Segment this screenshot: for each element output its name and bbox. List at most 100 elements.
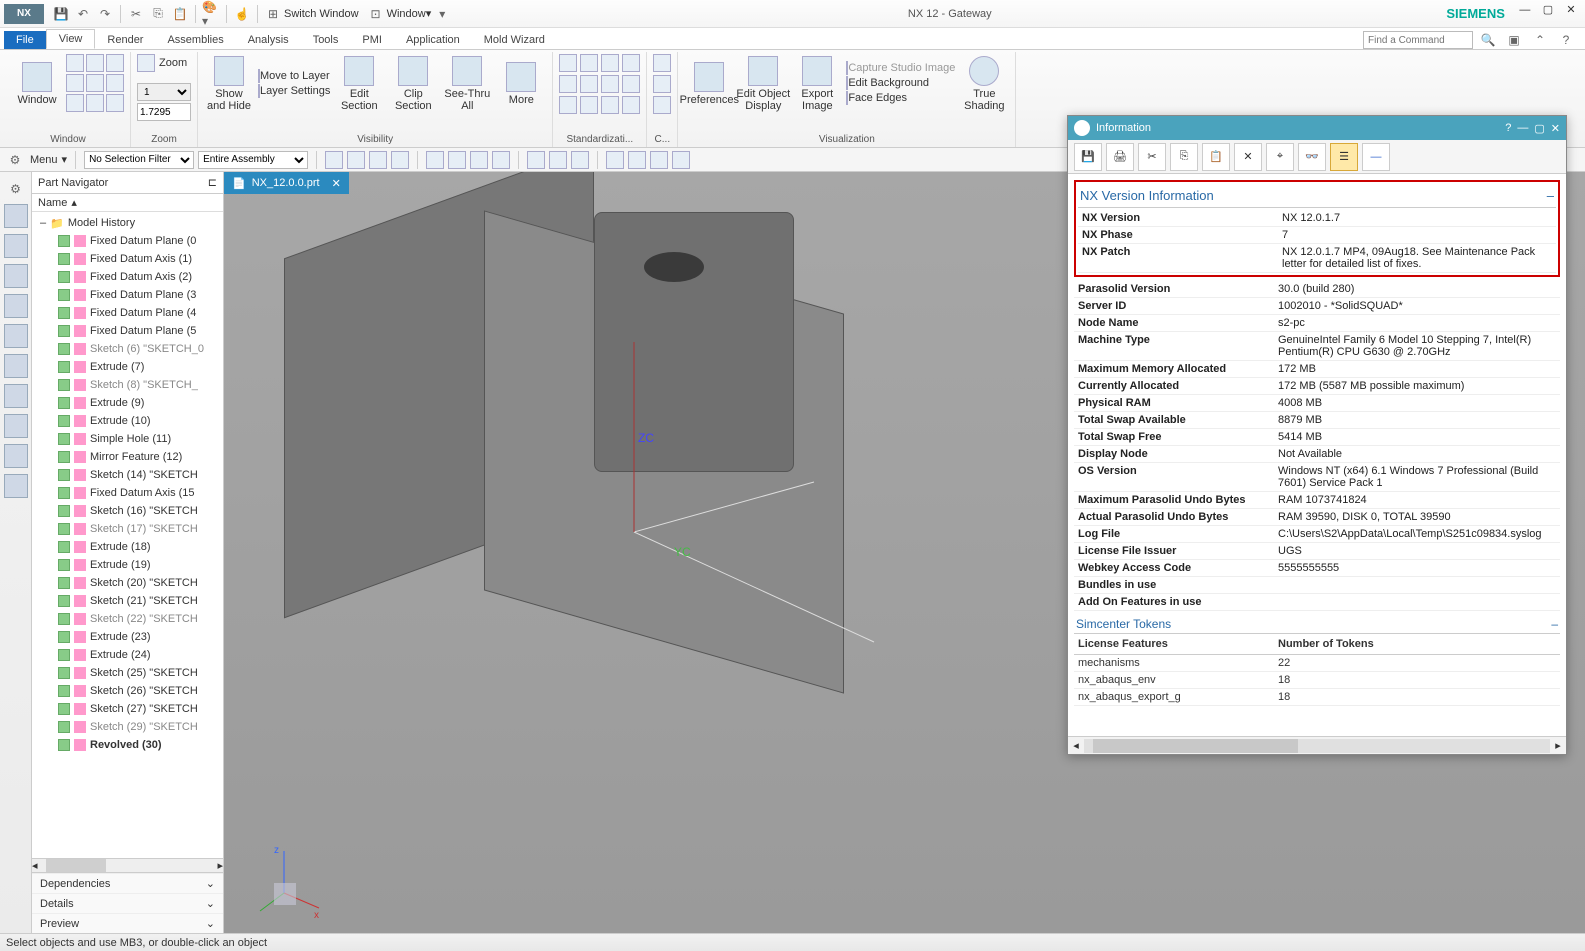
info-section-version[interactable]: NX Version Information– xyxy=(1078,184,1556,208)
tree-item[interactable]: Sketch (20) "SKETCH xyxy=(32,574,223,592)
export-image-button[interactable]: Export Image xyxy=(792,54,842,112)
std-9[interactable] xyxy=(559,96,577,114)
std-12[interactable] xyxy=(622,96,640,114)
rail-item-6[interactable] xyxy=(4,354,28,378)
tree-item[interactable]: Sketch (29) "SKETCH xyxy=(32,718,223,736)
checkbox-icon[interactable] xyxy=(58,271,70,283)
checkbox-icon[interactable] xyxy=(58,487,70,499)
tree-item[interactable]: Fixed Datum Axis (2) xyxy=(32,268,223,286)
assembly-scope-select[interactable]: Entire Assembly xyxy=(198,151,308,169)
info-hscroll[interactable]: ◂▸ xyxy=(1068,736,1566,754)
tree-item[interactable]: Sketch (14) "SKETCH xyxy=(32,466,223,484)
see-thru-button[interactable]: See-Thru All xyxy=(442,54,492,112)
tab-mold-wizard[interactable]: Mold Wizard xyxy=(472,31,557,49)
tree-item[interactable]: Simple Hole (11) xyxy=(32,430,223,448)
checkbox-icon[interactable] xyxy=(58,235,70,247)
info-list-button[interactable]: ☰ xyxy=(1330,143,1358,171)
c-2[interactable] xyxy=(653,75,671,93)
info-titlebar[interactable]: Information ? — ▢ ✕ xyxy=(1068,116,1566,140)
tab-application[interactable]: Application xyxy=(394,31,472,49)
checkbox-icon[interactable] xyxy=(58,379,70,391)
name-column-header[interactable]: Name ▴ xyxy=(32,194,223,212)
rail-item-8[interactable] xyxy=(4,414,28,438)
tree-item[interactable]: Sketch (8) "SKETCH_ xyxy=(32,376,223,394)
tb2-11[interactable] xyxy=(571,151,589,169)
tree-item[interactable]: Fixed Datum Plane (0 xyxy=(32,232,223,250)
menu-button[interactable]: Menu xyxy=(30,154,58,166)
checkbox-icon[interactable] xyxy=(58,685,70,697)
tree-item[interactable]: Sketch (16) "SKETCH xyxy=(32,502,223,520)
tb2-1[interactable] xyxy=(325,151,343,169)
layout-btn-8[interactable] xyxy=(86,94,104,112)
rail-item-3[interactable] xyxy=(4,264,28,288)
tree-item[interactable]: Sketch (21) "SKETCH xyxy=(32,592,223,610)
info-collapse-button[interactable]: — xyxy=(1362,143,1390,171)
tree-item[interactable]: Extrude (10) xyxy=(32,412,223,430)
tree-item[interactable]: Sketch (27) "SKETCH xyxy=(32,700,223,718)
std-11[interactable] xyxy=(601,96,619,114)
checkbox-icon[interactable] xyxy=(58,325,70,337)
window-menu-icon[interactable]: ⊡ xyxy=(367,5,385,23)
c-1[interactable] xyxy=(653,54,671,72)
info-help-icon[interactable]: ? xyxy=(1505,122,1511,135)
tb2-4[interactable] xyxy=(391,151,409,169)
tree-hscroll[interactable]: ◂ ▸ xyxy=(32,858,223,872)
capture-studio-button[interactable]: Capture Studio Image xyxy=(846,62,955,74)
std-8[interactable] xyxy=(622,75,640,93)
checkbox-icon[interactable] xyxy=(58,451,70,463)
tab-assemblies[interactable]: Assemblies xyxy=(155,31,235,49)
footer-dependencies[interactable]: Dependencies⌄ xyxy=(32,873,223,893)
layout-btn-5[interactable] xyxy=(86,74,104,92)
copy-icon[interactable]: ⎘ xyxy=(149,5,167,23)
search-icon[interactable]: 🔍 xyxy=(1479,31,1497,49)
tab-view[interactable]: View xyxy=(46,29,96,49)
zoom-value-input[interactable] xyxy=(137,103,191,121)
info-print-button[interactable]: 🖨 xyxy=(1106,143,1134,171)
std-7[interactable] xyxy=(601,75,619,93)
switch-window-icon[interactable]: ⊞ xyxy=(264,5,282,23)
switch-window-label[interactable]: Switch Window xyxy=(284,8,359,20)
checkbox-icon[interactable] xyxy=(58,397,70,409)
checkbox-icon[interactable] xyxy=(58,577,70,589)
window-menu-label[interactable]: Window xyxy=(387,8,426,20)
c-3[interactable] xyxy=(653,96,671,114)
info-copy-button[interactable]: ⎘ xyxy=(1170,143,1198,171)
tab-tools[interactable]: Tools xyxy=(301,31,351,49)
more-button[interactable]: More xyxy=(496,60,546,106)
tree-item[interactable]: Sketch (25) "SKETCH xyxy=(32,664,223,682)
tree-item[interactable]: Revolved (30) xyxy=(32,736,223,754)
footer-preview[interactable]: Preview⌄ xyxy=(32,913,223,933)
tree-item[interactable]: Extrude (18) xyxy=(32,538,223,556)
tree-item[interactable]: Fixed Datum Axis (1) xyxy=(32,250,223,268)
redo-icon[interactable]: ↷ xyxy=(96,5,114,23)
rail-item-1[interactable] xyxy=(4,204,28,228)
edit-object-display-button[interactable]: Edit Object Display xyxy=(738,54,788,112)
view-triad-icon[interactable]: z x xyxy=(254,843,334,923)
checkbox-icon[interactable] xyxy=(58,253,70,265)
checkbox-icon[interactable] xyxy=(58,541,70,553)
minimize-button[interactable]: — xyxy=(1515,4,1535,24)
tree-item[interactable]: Extrude (19) xyxy=(32,556,223,574)
tab-file[interactable]: File xyxy=(4,31,46,49)
restore-ribbon-icon[interactable]: ▣ xyxy=(1505,31,1523,49)
checkbox-icon[interactable] xyxy=(58,415,70,427)
tree-model-history[interactable]: –📁Model History xyxy=(32,214,223,232)
layout-btn-1[interactable] xyxy=(66,54,84,72)
checkbox-icon[interactable] xyxy=(58,667,70,679)
checkbox-icon[interactable] xyxy=(58,649,70,661)
zoom-preset-select[interactable]: 1 xyxy=(137,83,191,101)
rail-item-9[interactable] xyxy=(4,444,28,468)
checkbox-icon[interactable] xyxy=(58,721,70,733)
tree-item[interactable]: Sketch (6) "SKETCH_0 xyxy=(32,340,223,358)
rail-settings-icon[interactable]: ⚙ xyxy=(7,180,25,198)
std-5[interactable] xyxy=(559,75,577,93)
std-4[interactable] xyxy=(622,54,640,72)
rail-item-2[interactable] xyxy=(4,234,28,258)
checkbox-icon[interactable] xyxy=(58,631,70,643)
info-cut-button[interactable]: ✂ xyxy=(1138,143,1166,171)
tree-item[interactable]: Extrude (24) xyxy=(32,646,223,664)
layer-settings-button[interactable]: Layer Settings xyxy=(258,85,330,97)
tb2-15[interactable] xyxy=(672,151,690,169)
help-icon[interactable]: ? xyxy=(1557,31,1575,49)
zoom-icon[interactable] xyxy=(137,54,155,72)
